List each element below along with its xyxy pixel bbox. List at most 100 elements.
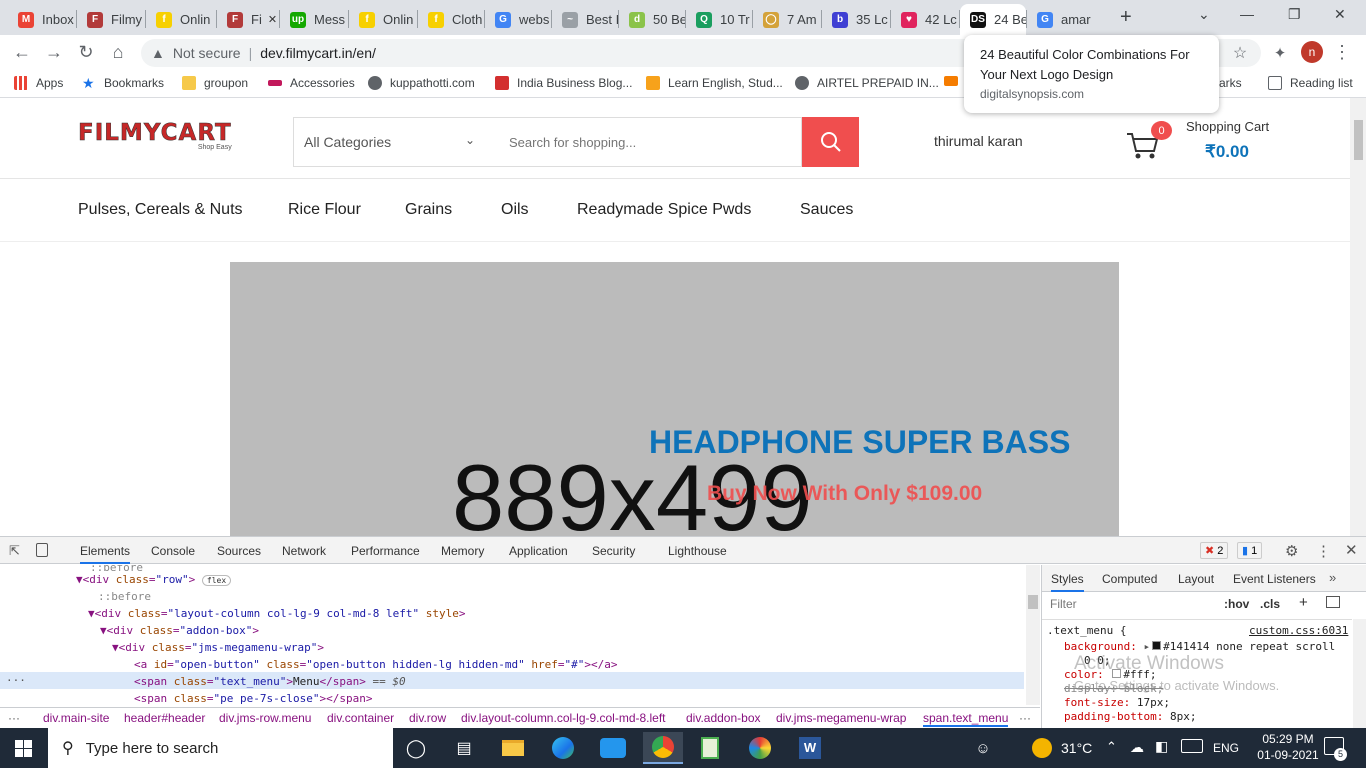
- forward-icon[interactable]: →: [38, 35, 70, 70]
- clock-date[interactable]: 01-09-2021: [1253, 748, 1323, 762]
- clock-time[interactable]: 05:29 PM: [1253, 732, 1323, 746]
- tab-elements[interactable]: Elements: [80, 544, 131, 564]
- dom-line-open-button[interactable]: <a id="open-button" class="open-button h…: [134, 658, 618, 671]
- browser-tab[interactable]: b 35 Lc: [822, 4, 890, 35]
- task-view-icon[interactable]: ▤: [444, 732, 484, 764]
- devtools-menu-icon[interactable]: ⋮: [1316, 542, 1331, 560]
- browser-tab[interactable]: F Fi ✕: [217, 4, 279, 35]
- crumb-row[interactable]: div.row: [409, 711, 446, 725]
- menu-item-sauces[interactable]: Sauces: [800, 201, 853, 219]
- tray-chevron-icon[interactable]: ⌃: [1106, 739, 1117, 755]
- word-icon[interactable]: W: [790, 732, 830, 764]
- browser-tab[interactable]: Gwebs: [485, 4, 551, 35]
- tab-security[interactable]: Security: [592, 544, 635, 558]
- paint-icon[interactable]: [740, 732, 780, 764]
- inspect-icon[interactable]: ⇱: [9, 543, 20, 559]
- close-tab-icon[interactable]: ✕: [268, 13, 277, 26]
- tab-sources[interactable]: Sources: [217, 544, 261, 558]
- menu-item-rice-flour[interactable]: Rice Flour: [288, 201, 361, 219]
- notepad-icon[interactable]: [690, 732, 730, 764]
- bookmark-teck[interactable]: [944, 76, 966, 86]
- breadcrumb-more-icon[interactable]: ···: [8, 711, 20, 725]
- tab-layout[interactable]: Layout: [1178, 572, 1214, 586]
- toggle-sidebar-icon[interactable]: [1326, 596, 1340, 608]
- cart-label[interactable]: Shopping Cart: [1186, 119, 1269, 134]
- crumb-jms-row[interactable]: div.jms-row.menu: [219, 711, 311, 725]
- tab-application[interactable]: Application: [509, 544, 568, 558]
- people-icon[interactable]: ☺: [963, 732, 1003, 764]
- settings-gear-icon[interactable]: ⚙: [1285, 542, 1298, 560]
- reload-icon[interactable]: ↻: [70, 35, 102, 70]
- tab-console[interactable]: Console: [151, 544, 195, 558]
- chrome-icon[interactable]: [643, 732, 683, 764]
- crumb-addon-box[interactable]: div.addon-box: [686, 711, 761, 725]
- crumb-container[interactable]: div.container: [327, 711, 394, 725]
- browser-tab[interactable]: f Onlin: [349, 4, 417, 35]
- tab-event-listeners[interactable]: Event Listeners: [1233, 572, 1316, 586]
- tab-network[interactable]: Network: [282, 544, 326, 558]
- browser-tab[interactable]: f Onlin: [146, 4, 216, 35]
- dom-line-layout-column[interactable]: ▼<div class="layout-column col-lg-9 col-…: [88, 607, 466, 620]
- browser-tab[interactable]: M Inbox: [8, 4, 76, 35]
- bookmark-airtel[interactable]: AIRTEL PREPAID IN...: [795, 76, 939, 90]
- security-label[interactable]: Not secure: [173, 45, 241, 61]
- cloud-icon[interactable]: ☁: [1130, 739, 1144, 756]
- extensions-icon[interactable]: ✦: [1264, 35, 1296, 70]
- taskbar-search-box[interactable]: ⚲ Type here to search: [48, 728, 393, 768]
- minimize-icon[interactable]: —: [1240, 6, 1254, 22]
- banner-cta[interactable]: Buy Now With Only $109.00: [707, 482, 982, 506]
- browser-tab[interactable]: up Mess: [280, 4, 348, 35]
- profile-avatar[interactable]: n: [1301, 41, 1323, 63]
- tab-memory[interactable]: Memory: [441, 544, 484, 558]
- menu-item-spice-powders[interactable]: Readymade Spice Pwds: [577, 201, 751, 219]
- css-prop-background[interactable]: background: ▸ #141414 none repeat scroll: [1064, 640, 1335, 653]
- menu-item-grains[interactable]: Grains: [405, 201, 452, 219]
- error-count-badge[interactable]: ✖ 2: [1200, 542, 1229, 559]
- dom-tree[interactable]: ::before ▼<div class="row"> flex ::befor…: [0, 565, 1040, 705]
- new-tab-button[interactable]: +: [1120, 6, 1132, 29]
- edge-icon[interactable]: [543, 732, 583, 764]
- browser-tab[interactable]: Gamar: [1027, 4, 1095, 35]
- cls-toggle[interactable]: .cls: [1260, 597, 1280, 611]
- device-toolbar-icon[interactable]: [36, 543, 48, 557]
- bookmark-accessories[interactable]: Accessories: [268, 76, 355, 90]
- browser-tab[interactable]: f Cloth: [418, 4, 484, 35]
- hov-toggle[interactable]: :hov: [1224, 597, 1249, 611]
- crumb-megamenu-wrap[interactable]: div.jms-megamenu-wrap: [776, 711, 906, 725]
- dom-line-close-span[interactable]: <span class="pe pe-7s-close"></span>: [134, 692, 372, 705]
- search-button[interactable]: [802, 117, 859, 167]
- dom-line-addon-box[interactable]: ▼<div class="addon-box">: [100, 624, 259, 637]
- browser-tab[interactable]: Q 10 Tr: [686, 4, 752, 35]
- dom-line-text-menu[interactable]: <span class="text_menu">Menu</span> == $…: [134, 675, 406, 688]
- browser-tab[interactable]: DS 24 Be: [960, 4, 1026, 35]
- bookmark-apps[interactable]: Apps: [14, 76, 63, 90]
- message-count-badge[interactable]: ▮ 1: [1237, 542, 1263, 559]
- crumb-main-site[interactable]: div.main-site: [43, 711, 109, 725]
- browser-tab[interactable]: d 50 Be: [619, 4, 685, 35]
- tab-styles[interactable]: Styles: [1051, 572, 1084, 592]
- styles-filter-input[interactable]: Filter: [1044, 595, 1214, 613]
- crumb-layout-column[interactable]: div.layout-column.col-lg-9.col-md-8.left: [461, 711, 666, 725]
- browser-tab[interactable]: ♥ 42 Lc: [891, 4, 959, 35]
- crumb-header[interactable]: header#header: [124, 711, 205, 725]
- tab-lighthouse[interactable]: Lighthouse: [668, 544, 727, 558]
- search-input[interactable]: [491, 118, 801, 166]
- browser-tab[interactable]: ◯ 7 Am: [753, 4, 821, 35]
- temperature-text[interactable]: 31°C: [1061, 740, 1092, 756]
- windows-start-icon[interactable]: [3, 732, 43, 764]
- bookmark-kuppathotti[interactable]: kuppathotti.com: [368, 76, 475, 90]
- file-explorer-icon[interactable]: [493, 732, 533, 764]
- dom-line-megamenu-wrap[interactable]: ▼<div class="jms-megamenu-wrap">: [112, 641, 324, 654]
- color-swatch[interactable]: [1152, 641, 1162, 650]
- dom-more-icon[interactable]: ···: [6, 674, 26, 687]
- tab-computed[interactable]: Computed: [1102, 572, 1157, 586]
- dom-line-row[interactable]: ▼<div class="row"> flex: [76, 573, 232, 586]
- tab-search-icon[interactable]: ⌄: [1198, 6, 1210, 23]
- menu-item-pulses[interactable]: Pulses, Cereals & Nuts: [78, 201, 243, 219]
- warning-icon[interactable]: ▲: [151, 45, 165, 61]
- add-rule-icon[interactable]: +: [1299, 594, 1308, 611]
- dom-scrollbar[interactable]: [1026, 565, 1040, 705]
- reading-list[interactable]: Reading list: [1268, 76, 1353, 90]
- menu-item-oils[interactable]: Oils: [501, 201, 529, 219]
- browser-tab[interactable]: ~ Best I: [552, 4, 618, 35]
